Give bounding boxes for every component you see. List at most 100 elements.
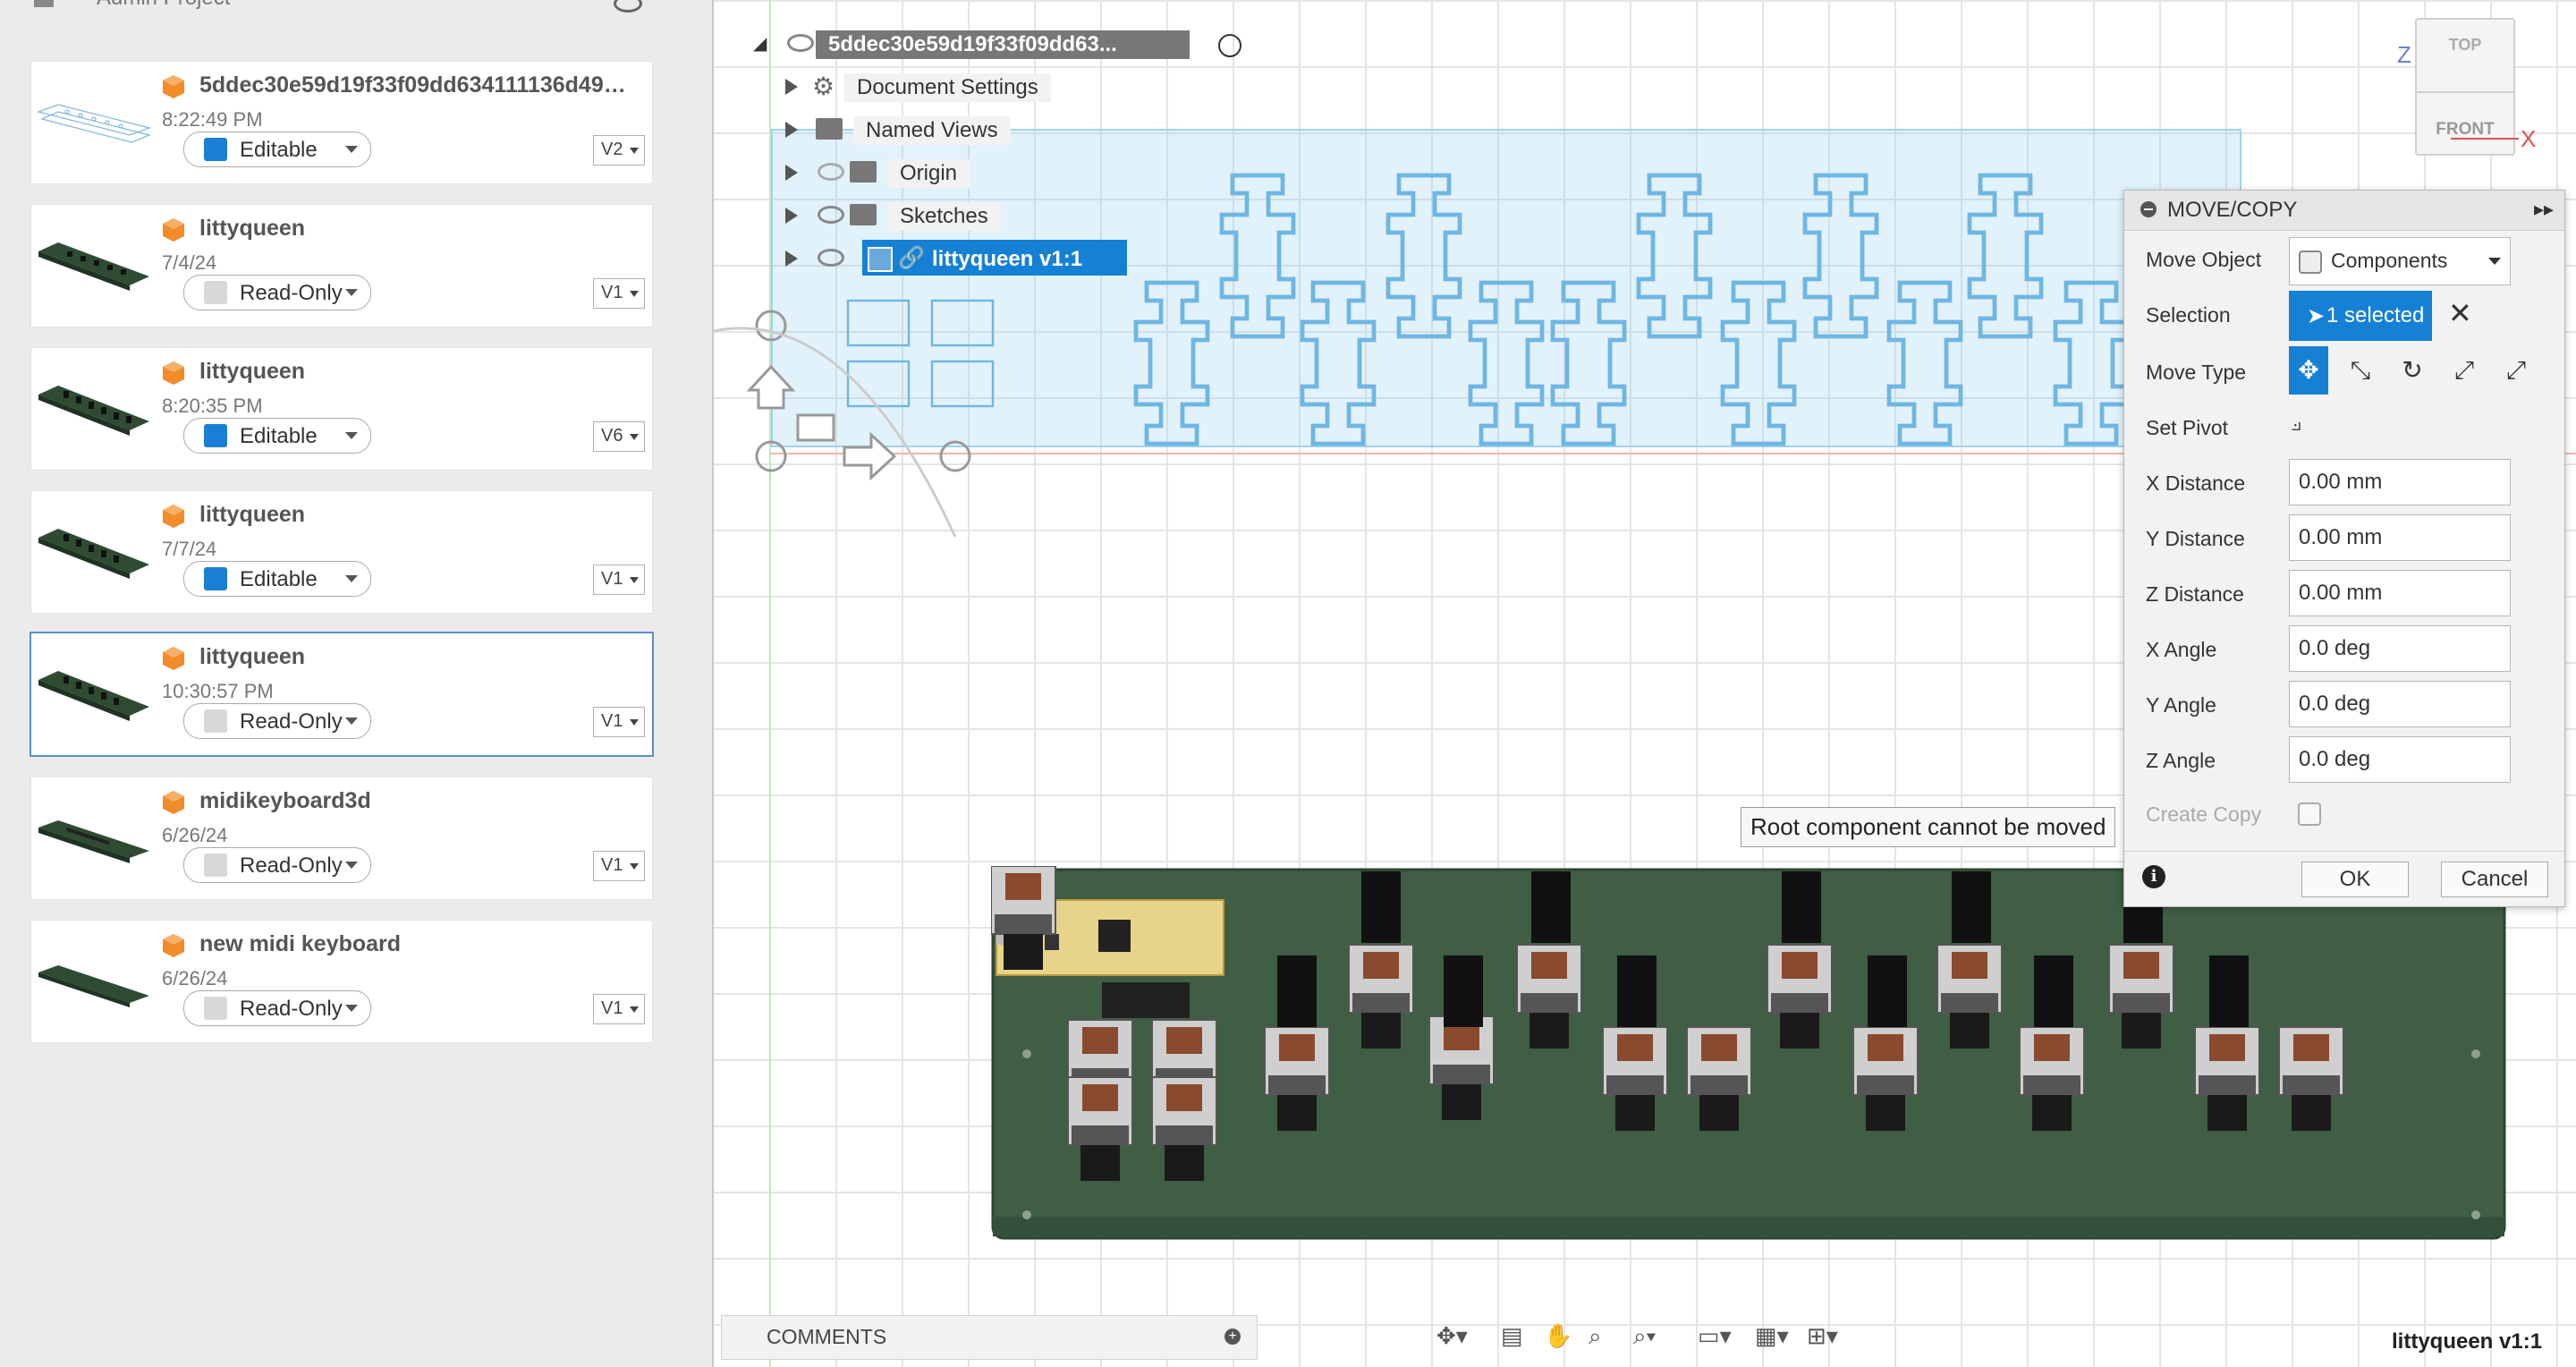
free-move-icon[interactable]: ✥	[2289, 346, 2328, 395]
design-card-selected[interactable]: littyqueen 10:30:57 PM Read-Only V1	[30, 632, 654, 757]
x-angle-input[interactable]: 0.0 deg	[2289, 625, 2511, 672]
rotate-icon[interactable]: ↻	[2393, 346, 2432, 395]
pivot-icon[interactable]: ⟓	[2291, 409, 2301, 437]
node-label[interactable]: littyqueen v1:1	[919, 245, 1095, 274]
move-object-value: Components	[2331, 249, 2448, 272]
eye-icon[interactable]	[614, 0, 642, 13]
design-card[interactable]: midikeyboard3d 6/26/24 Read-Only V1	[30, 777, 653, 900]
eye-icon[interactable]	[818, 249, 844, 267]
home-icon[interactable]	[34, 0, 54, 7]
design-title[interactable]: littyqueen	[199, 359, 682, 385]
expand-icon[interactable]	[785, 250, 798, 267]
node-label[interactable]: Sketches	[887, 202, 1001, 231]
navigation-bar: ✥▾ ▤ ✋ ⌕ ⌕▾ ▭▾ ▦▾ ⊞▾	[1431, 1315, 1860, 1358]
version-dropdown[interactable]: V2	[593, 135, 645, 166]
x-distance-input[interactable]: 0.00 mm	[2289, 459, 2511, 505]
browser-node-component[interactable]: 🔗 littyqueen v1:1	[785, 240, 1286, 276]
version-dropdown[interactable]: V6	[593, 421, 645, 452]
point-to-point-icon[interactable]: ⤢	[2445, 346, 2484, 395]
orbit-icon[interactable]: ✥▾	[1436, 1322, 1468, 1350]
browser-root-row[interactable]: ◢ 5ddec30e59d19f33f09dd63...	[753, 25, 1254, 61]
design-title[interactable]: new midi keyboard	[199, 931, 682, 957]
status-dropdown[interactable]: Read-Only	[183, 275, 371, 310]
status-label: Read-Only	[240, 709, 343, 734]
design-card[interactable]: littyqueen 7/7/24 Editable V1	[30, 490, 653, 614]
browser-node-sketches[interactable]: Sketches	[785, 197, 1233, 233]
design-card[interactable]: littyqueen 7/4/24 Read-Only V1	[30, 204, 653, 327]
cancel-button[interactable]: Cancel	[2441, 862, 2548, 897]
translate-icon[interactable]: ⤡	[2341, 346, 2380, 395]
status-dropdown[interactable]: Read-Only	[183, 847, 371, 883]
eye-icon[interactable]	[787, 34, 814, 52]
browser-node-origin[interactable]: Origin	[785, 154, 1233, 190]
design-card[interactable]: new midi keyboard 6/26/24 Read-Only V1	[30, 920, 653, 1043]
design-title[interactable]: littyqueen	[199, 502, 682, 528]
browser-node-named-views[interactable]: Named Views	[785, 111, 1233, 147]
clear-selection-icon[interactable]: ✕	[2448, 296, 2472, 330]
editable-icon	[204, 567, 227, 590]
node-label[interactable]: Origin	[887, 159, 970, 188]
create-copy-checkbox[interactable]	[2298, 802, 2321, 826]
node-label[interactable]: Named Views	[853, 116, 1011, 145]
design-title[interactable]: midikeyboard3d	[199, 788, 682, 814]
expand-icon[interactable]	[785, 79, 798, 95]
design-card[interactable]: 5ddec30e59d19f33f09dd634111136d49… 8:22:…	[30, 61, 653, 184]
version-dropdown[interactable]: V1	[593, 851, 645, 881]
z-angle-input[interactable]: 0.0 deg	[2289, 736, 2511, 783]
viewports-icon[interactable]: ⊞▾	[1807, 1322, 1838, 1350]
browser-node-document-settings[interactable]: ⚙ Document Settings	[785, 68, 1233, 104]
status-dropdown[interactable]: Editable	[183, 418, 371, 454]
z-distance-input[interactable]: 0.00 mm	[2289, 570, 2511, 616]
status-dropdown[interactable]: Editable	[183, 132, 371, 167]
expand-icon[interactable]	[785, 208, 798, 224]
activate-radio-icon[interactable]	[1218, 34, 1241, 57]
look-at-icon[interactable]: ▤	[1501, 1322, 1523, 1350]
status-dropdown[interactable]: Editable	[183, 561, 371, 597]
y-angle-input[interactable]: 0.0 deg	[2289, 681, 2511, 727]
design-title[interactable]: littyqueen	[199, 644, 682, 670]
status-dropdown[interactable]: Read-Only	[183, 703, 371, 739]
comments-bar[interactable]: COMMENTS +	[721, 1315, 1258, 1360]
expand-icon[interactable]	[785, 122, 798, 138]
move-object-select[interactable]: Components	[2289, 237, 2511, 285]
design-title[interactable]: littyqueen	[199, 216, 682, 242]
version-dropdown[interactable]: V1	[593, 994, 645, 1024]
eye-hidden-icon[interactable]	[818, 163, 844, 181]
node-label[interactable]: Document Settings	[844, 73, 1051, 102]
collapse-icon[interactable]	[2140, 201, 2157, 217]
add-comment-icon[interactable]: +	[1224, 1329, 1241, 1345]
design-title[interactable]: 5ddec30e59d19f33f09dd634111136d49…	[199, 72, 682, 98]
y-distance-input[interactable]: 0.00 mm	[2289, 514, 2511, 561]
version-dropdown[interactable]: V1	[593, 707, 645, 737]
design-date: 8:20:35 PM	[162, 395, 263, 417]
z-axis-label: Z	[2397, 41, 2411, 68]
fast-forward-icon[interactable]: ▸▸	[2534, 198, 2554, 221]
pcb-model[interactable]	[991, 866, 2512, 1242]
display-settings-icon[interactable]: ▭▾	[1698, 1322, 1732, 1350]
view-cube-top[interactable]: TOP	[2417, 36, 2513, 55]
ok-button[interactable]: OK	[2301, 862, 2409, 897]
pan-icon[interactable]: ✋	[1544, 1322, 1572, 1350]
project-title[interactable]: Admin Project	[97, 0, 230, 11]
data-panel: Admin Project 5ddec30e59d19f33f09dd63411…	[0, 0, 714, 1367]
component-icon	[868, 247, 893, 272]
info-icon[interactable]: i	[2142, 865, 2165, 888]
view-cube-front[interactable]: FRONT	[2417, 120, 2513, 140]
grid-settings-icon[interactable]: ▦▾	[1755, 1322, 1789, 1350]
browser-root-label[interactable]: 5ddec30e59d19f33f09dd63...	[816, 30, 1190, 59]
design-card[interactable]: littyqueen 8:20:35 PM Editable V6	[30, 347, 653, 471]
chevron-down-icon	[345, 289, 358, 296]
version-dropdown[interactable]: V1	[593, 278, 645, 309]
dialog-header[interactable]: MOVE/COPY ▸▸	[2124, 191, 2564, 231]
zoom-icon[interactable]: ⌕	[1589, 1322, 1602, 1351]
expand-icon[interactable]	[785, 165, 798, 181]
version-dropdown[interactable]: V1	[593, 565, 645, 595]
status-dropdown[interactable]: Read-Only	[183, 990, 371, 1026]
selection-button[interactable]: ➤ 1 selected	[2289, 291, 2432, 341]
zoom-window-icon[interactable]: ⌕▾	[1633, 1322, 1656, 1351]
eye-icon[interactable]	[818, 206, 844, 224]
read-only-icon	[204, 853, 227, 877]
collapse-icon[interactable]: ◢	[753, 32, 767, 55]
view-cube[interactable]: TOP FRONT	[2415, 18, 2515, 156]
point-to-position-icon[interactable]: ⤢	[2496, 346, 2536, 395]
